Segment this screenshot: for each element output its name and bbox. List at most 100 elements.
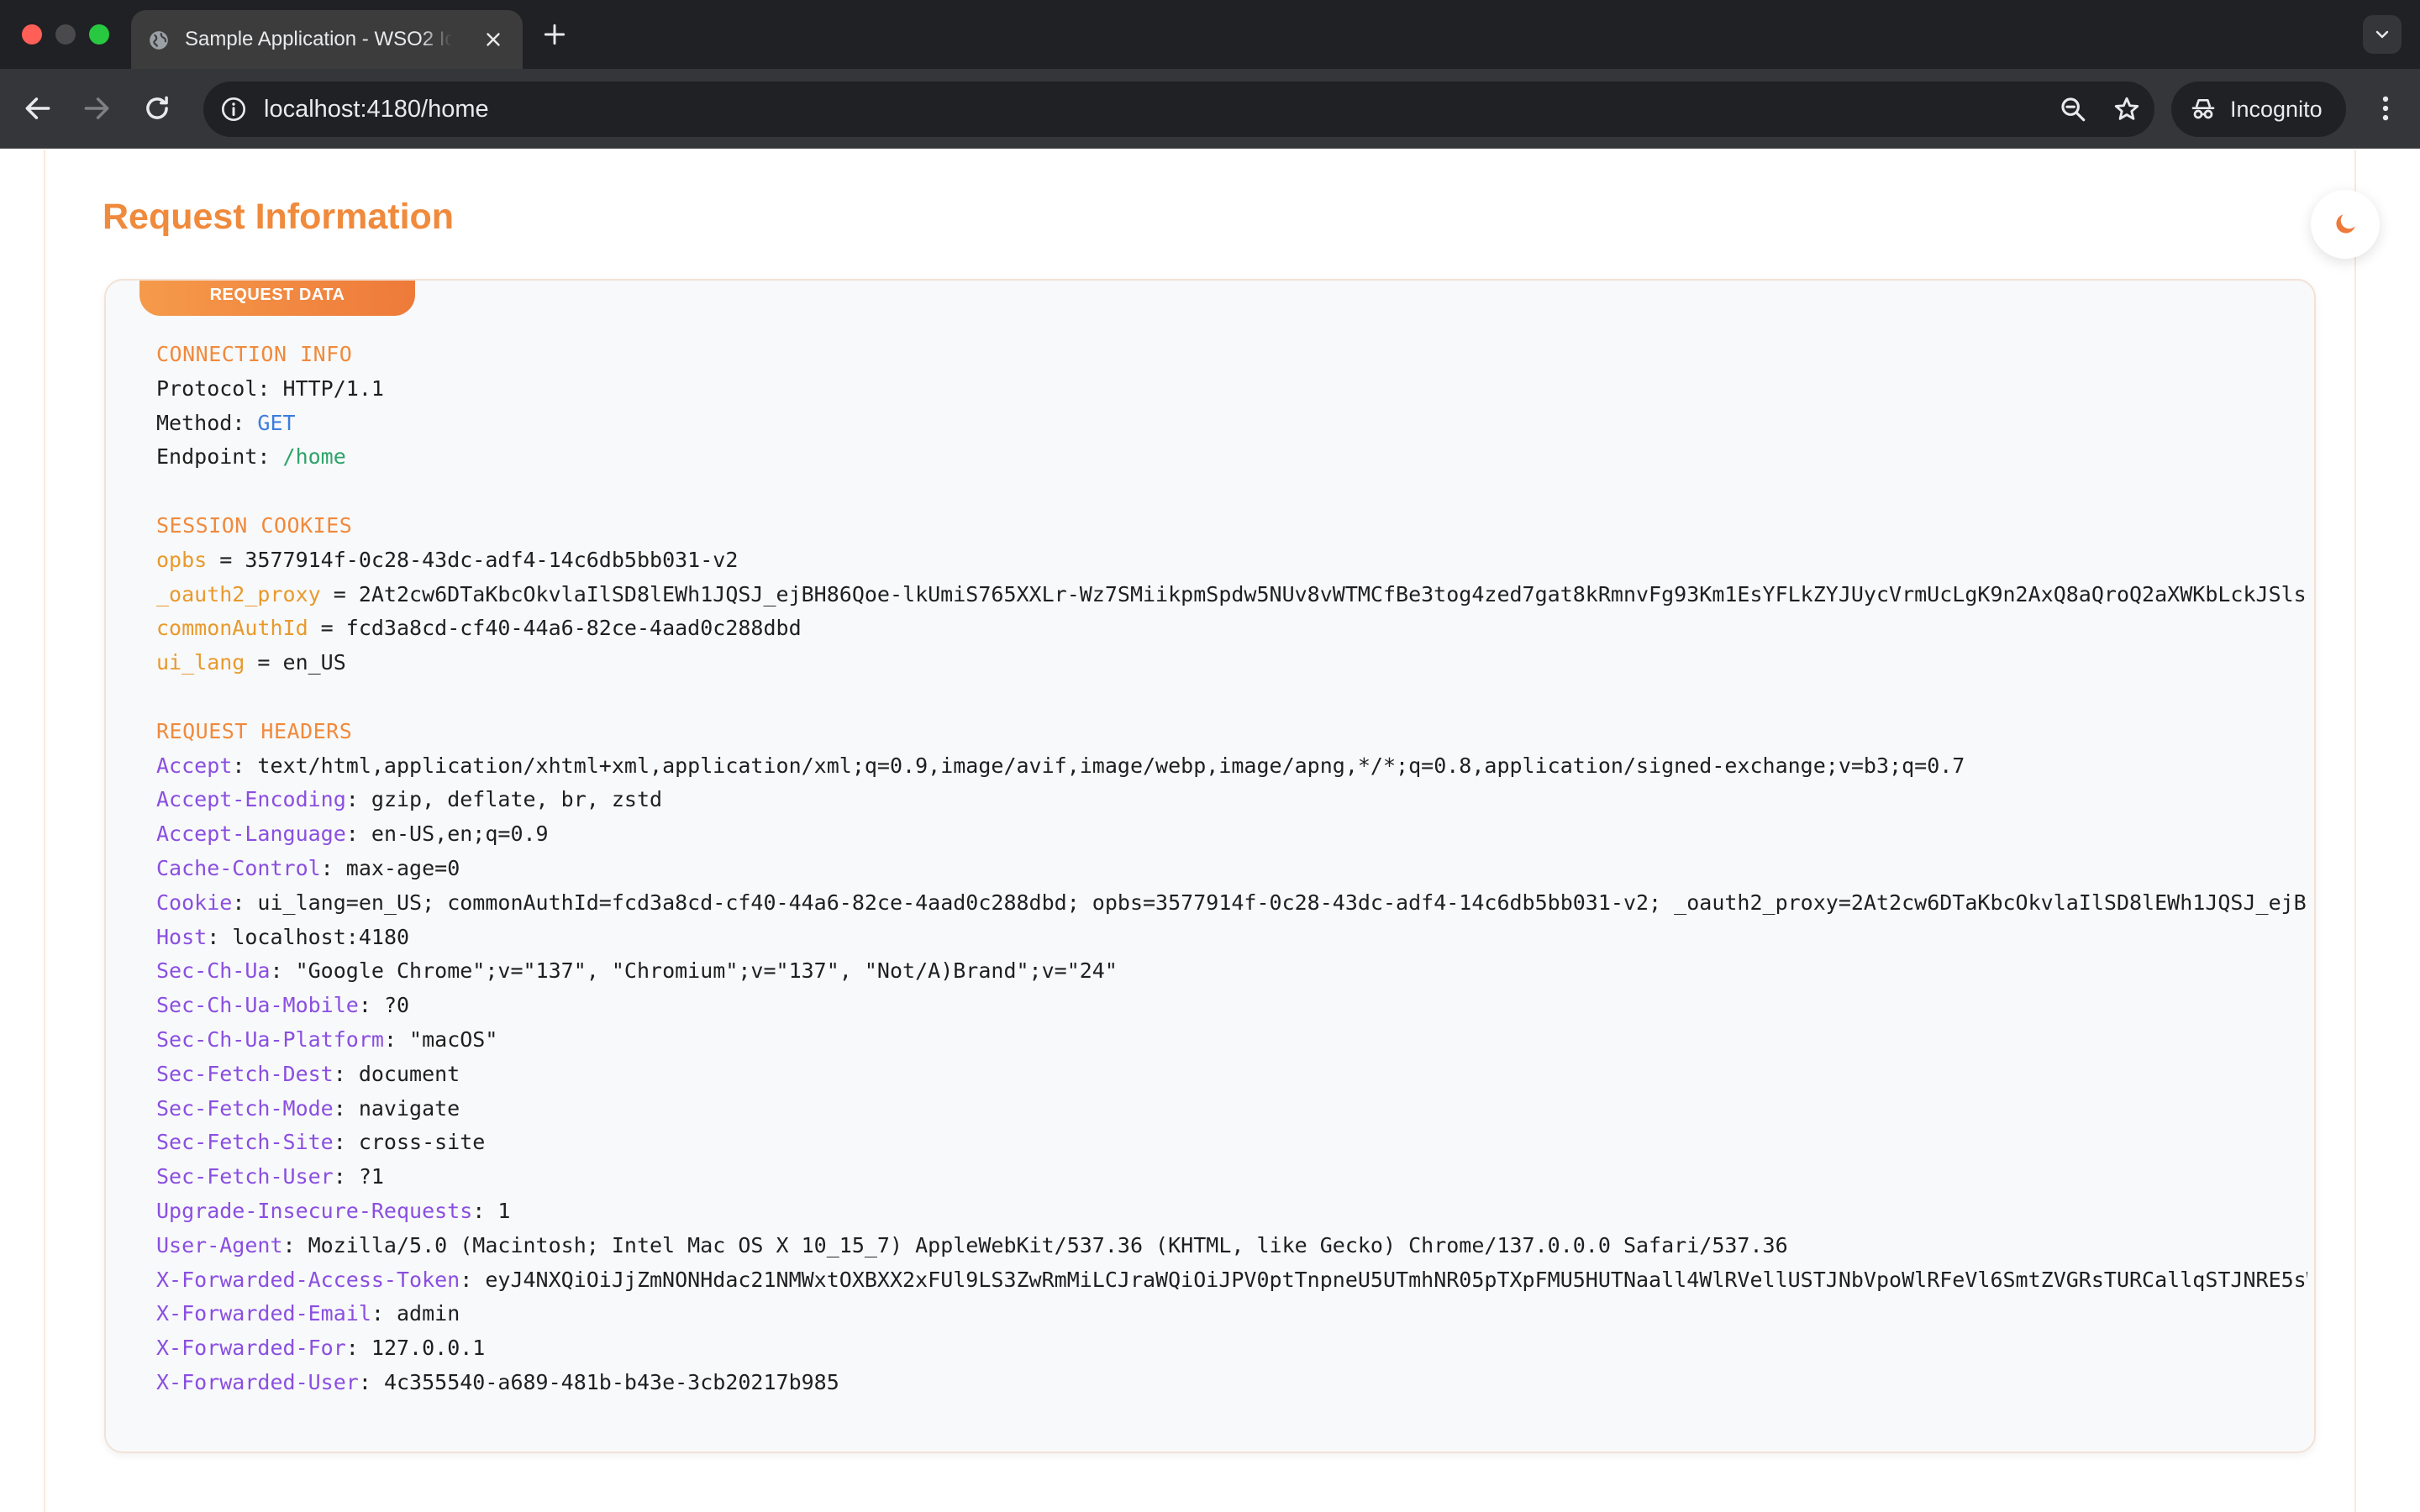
tab-title: Sample Application - WSO2 Identity Serve…	[185, 28, 452, 50]
header-value: cross-site	[358, 1130, 486, 1155]
header-value: document	[358, 1061, 460, 1086]
header-value: localhost:4180	[232, 924, 410, 949]
header-name: Accept-Language	[156, 822, 346, 847]
connection-method-row: Method: GET	[156, 410, 296, 435]
header-row: Sec-Fetch-Site: cross-site	[156, 1130, 486, 1155]
header-name: User-Agent	[156, 1232, 283, 1257]
window-minimize-button[interactable]	[55, 24, 76, 45]
protocol-label: Protocol	[156, 375, 258, 401]
header-row: Cache-Control: max-age=0	[156, 855, 460, 880]
browser-tab-bar: Sample Application - WSO2 Identity Serve…	[0, 0, 2420, 69]
star-icon[interactable]	[2112, 95, 2141, 123]
header-name: Sec-Fetch-Site	[156, 1130, 334, 1155]
incognito-icon	[2191, 99, 2215, 119]
header-value: navigate	[358, 1095, 460, 1121]
page-viewport: Request Information REQUEST DATA CONNECT…	[0, 150, 2420, 1512]
method-value: GET	[257, 410, 296, 435]
header-value: gzip, deflate, br, zstd	[371, 787, 663, 812]
cookie-row: commonAuthId = fcd3a8cd-cf40-44a6-82ce-4…	[156, 616, 802, 641]
header-value: ui_lang=en_US; commonAuthId=fcd3a8cd-cf4…	[257, 890, 2307, 915]
globe-icon	[150, 31, 168, 50]
header-value: "Google Chrome";v="137", "Chromium";v="1…	[295, 958, 1118, 984]
cookie-name: _oauth2_proxy	[156, 581, 321, 606]
header-value: text/html,application/xhtml+xml,applicat…	[257, 753, 1965, 778]
section-heading-headers: REQUEST HEADERS	[156, 718, 353, 743]
endpoint-label: Endpoint	[156, 444, 258, 470]
method-label: Method	[156, 410, 233, 435]
window-close-button[interactable]	[22, 24, 42, 45]
connection-protocol-row: Protocol: HTTP/1.1	[156, 375, 384, 401]
cookie-value: 2At2cw6DTaKbcOkvlaIlSD8lEWh1JQSJ_ejBH86Q…	[358, 581, 2307, 606]
connection-endpoint-row: Endpoint: /home	[156, 444, 346, 470]
zoom-icon[interactable]	[2059, 95, 2087, 123]
close-icon[interactable]	[482, 29, 504, 50]
info-icon[interactable]	[220, 96, 247, 123]
header-row: User-Agent: Mozilla/5.0 (Macintosh; Inte…	[156, 1232, 1788, 1257]
header-name: X-Forwarded-User	[156, 1369, 359, 1394]
cookie-value: fcd3a8cd-cf40-44a6-82ce-4aad0c288dbd	[345, 616, 802, 641]
window-maximize-button[interactable]	[89, 24, 109, 45]
header-name: Sec-Fetch-Mode	[156, 1095, 334, 1121]
header-value: ?0	[383, 993, 410, 1018]
browser-tab-active[interactable]: Sample Application - WSO2 Identity Serve…	[131, 10, 523, 69]
cookie-row: ui_lang = en_US	[156, 650, 346, 675]
kebab-menu-icon[interactable]	[2370, 92, 2402, 124]
protocol-value: HTTP/1.1	[282, 375, 384, 401]
forward-arrow-icon[interactable]	[81, 92, 113, 124]
chevron-down-icon	[2375, 30, 2389, 39]
section-heading-cookies: SESSION COOKIES	[156, 512, 353, 538]
header-name: X-Forwarded-For	[156, 1336, 346, 1361]
theme-toggle-button[interactable]	[2311, 190, 2380, 259]
header-name: X-Forwarded-Email	[156, 1301, 371, 1326]
header-name: Sec-Ch-Ua-Platform	[156, 1026, 384, 1052]
header-row: Sec-Fetch-Mode: navigate	[156, 1095, 460, 1121]
header-row: Sec-Fetch-User: ?1	[156, 1164, 384, 1189]
request-data-badge: REQUEST DATA	[139, 281, 415, 316]
request-data-panel: REQUEST DATA CONNECTION INFO Protocol: H…	[104, 279, 2316, 1453]
header-value: 1	[497, 1198, 511, 1223]
header-name: X-Forwarded-Access-Token	[156, 1267, 460, 1292]
header-value: 127.0.0.1	[371, 1336, 486, 1361]
header-value: max-age=0	[345, 855, 460, 880]
address-bar[interactable]: localhost:4180/home	[203, 81, 2154, 137]
incognito-label: Incognito	[2230, 97, 2323, 122]
header-name: Host	[156, 924, 208, 949]
incognito-profile-button[interactable]: Incognito	[2171, 81, 2346, 137]
cookie-row: opbs = 3577914f-0c28-43dc-adf4-14c6db5bb…	[156, 547, 739, 572]
header-row: Cookie: ui_lang=en_US; commonAuthId=fcd3…	[156, 886, 2307, 921]
header-value: en-US,en;q=0.9	[371, 822, 549, 847]
header-value: admin	[396, 1301, 460, 1326]
header-name: Cache-Control	[156, 855, 321, 880]
endpoint-value: /home	[282, 444, 346, 470]
browser-toolbar: localhost:4180/home Incognito	[0, 69, 2420, 149]
header-row: X-Forwarded-For: 127.0.0.1	[156, 1336, 486, 1361]
moon-icon	[2336, 214, 2355, 234]
header-value: "macOS"	[409, 1026, 498, 1052]
request-data-content: CONNECTION INFO Protocol: HTTP/1.1 Metho…	[156, 338, 2307, 1400]
header-value: 4c355540-a689-481b-b43e-3cb20217b985	[383, 1369, 839, 1394]
cookie-name: opbs	[156, 547, 208, 572]
header-value: Mozilla/5.0 (Macintosh; Intel Mac OS X 1…	[308, 1232, 1788, 1257]
header-value: ?1	[358, 1164, 384, 1189]
cookie-name: commonAuthId	[156, 616, 308, 641]
cookie-value: 3577914f-0c28-43dc-adf4-14c6db5bb031-v2	[245, 547, 739, 572]
cookie-row: _oauth2_proxy = 2At2cw6DTaKbcOkvlaIlSD8l…	[156, 578, 2307, 612]
header-row: Accept: text/html,application/xhtml+xml,…	[156, 753, 1965, 778]
header-row: Sec-Fetch-Dest: document	[156, 1061, 460, 1086]
header-row: Upgrade-Insecure-Requests: 1	[156, 1198, 511, 1223]
header-row: X-Forwarded-Access-Token: eyJ4NXQiOiJjZm…	[156, 1263, 2307, 1298]
header-row: Sec-Ch-Ua: "Google Chrome";v="137", "Chr…	[156, 958, 1118, 984]
plus-icon[interactable]	[541, 21, 568, 48]
page-title: Request Information	[103, 197, 455, 237]
header-row: Sec-Ch-Ua-Platform: "macOS"	[156, 1026, 498, 1052]
section-heading-connection: CONNECTION INFO	[156, 342, 353, 366]
reload-icon[interactable]	[141, 92, 173, 124]
tab-search-button[interactable]	[2363, 15, 2402, 54]
header-name: Upgrade-Insecure-Requests	[156, 1198, 473, 1223]
header-name: Sec-Ch-Ua-Mobile	[156, 993, 359, 1018]
url-text[interactable]: localhost:4180/home	[264, 81, 489, 137]
header-name: Accept-Encoding	[156, 787, 346, 812]
header-name: Sec-Fetch-User	[156, 1164, 334, 1189]
header-name: Sec-Fetch-Dest	[156, 1061, 334, 1086]
back-arrow-icon[interactable]	[22, 92, 54, 124]
